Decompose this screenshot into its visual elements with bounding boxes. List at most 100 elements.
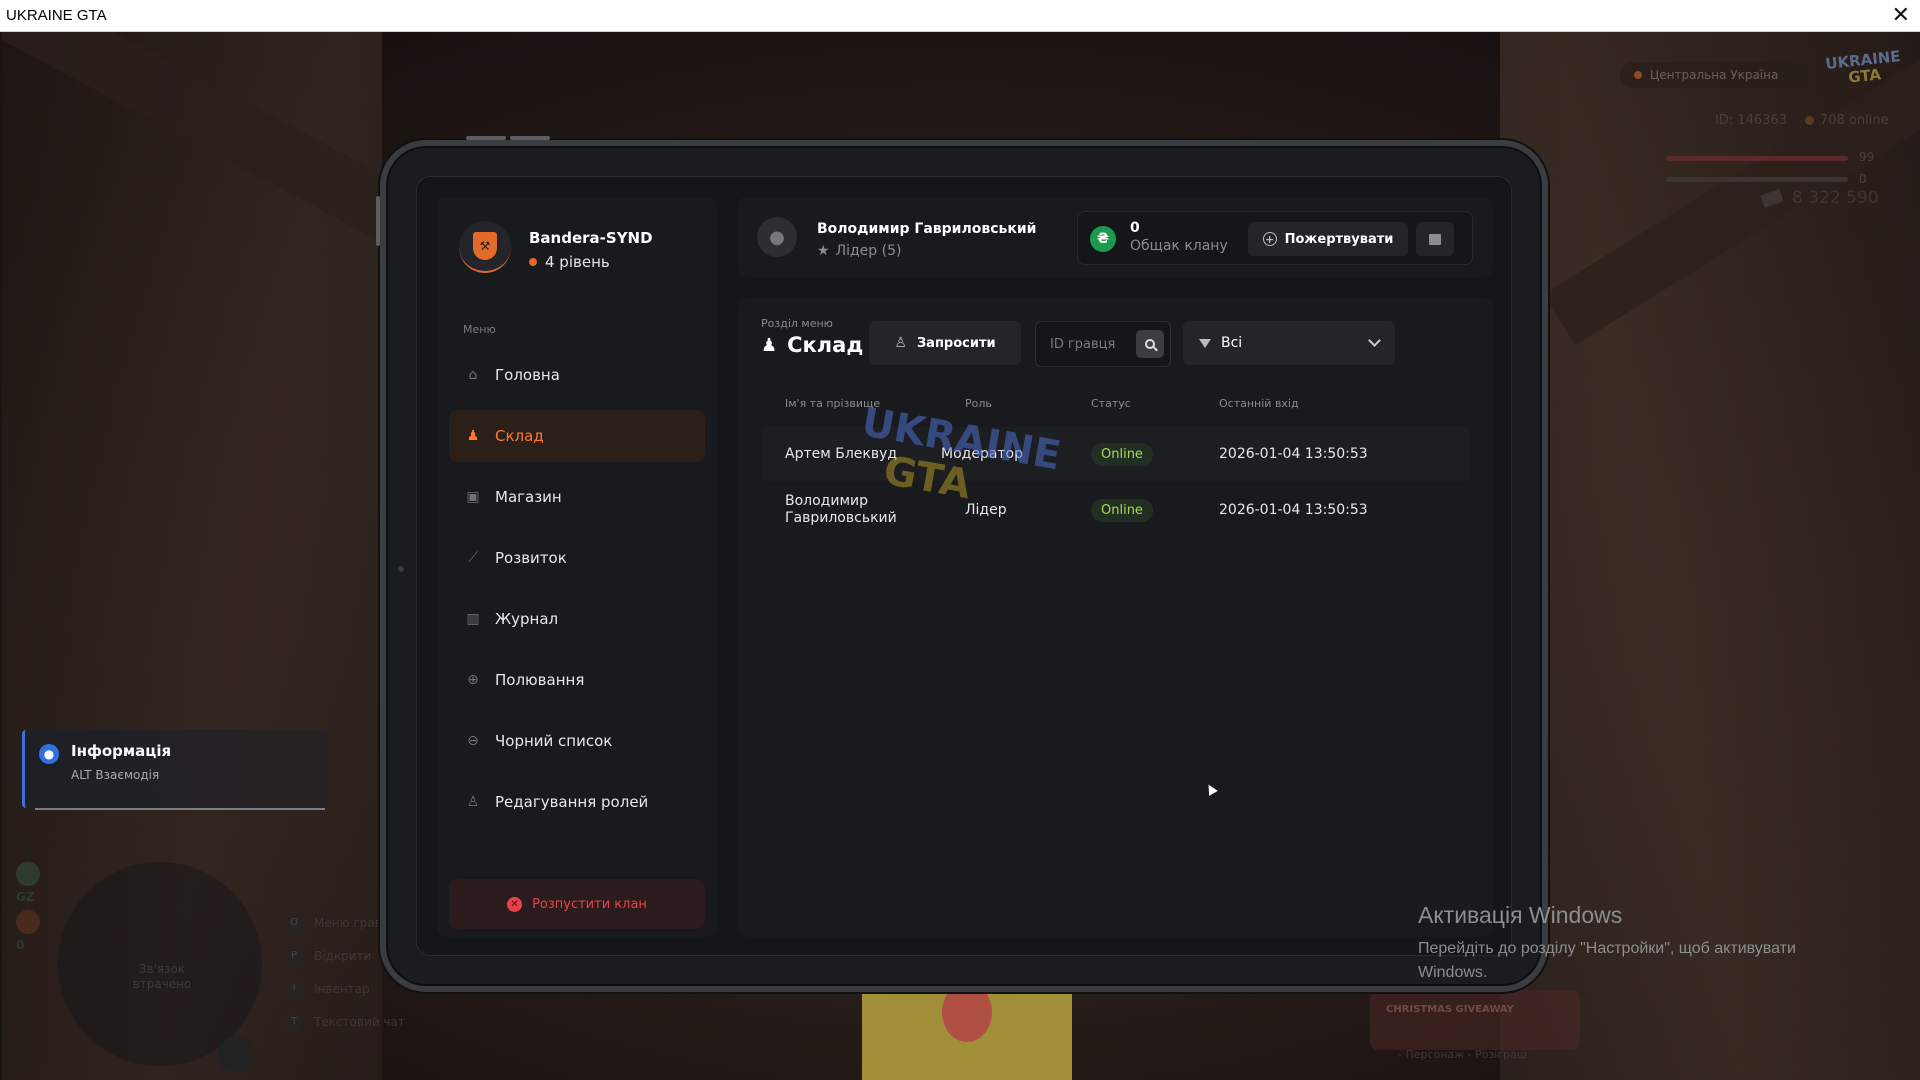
notification-progress: [35, 808, 325, 810]
menu-item-label: Чорний список: [495, 732, 613, 750]
hryvnia-icon: ₴: [1090, 226, 1116, 252]
window-close-button[interactable]: ✕: [1892, 3, 1910, 27]
window-title: UKRAINE GTA: [6, 7, 107, 24]
player-id-input[interactable]: [1036, 322, 1136, 366]
status-badge: Online: [1091, 498, 1153, 522]
menu-item-home[interactable]: ⌂ Головна: [449, 349, 705, 401]
hud-health-value: 99: [1859, 150, 1875, 164]
hud-armor-bar: [1666, 177, 1848, 182]
bank-value: 0: [1130, 220, 1140, 236]
member-last-login: 2026-01-04 13:50:53: [1219, 502, 1368, 518]
bank-box-button[interactable]: [1416, 222, 1454, 256]
key-cap: O: [286, 914, 302, 931]
user-edit-icon: ♙: [466, 794, 480, 810]
members-icon: ♟: [466, 428, 480, 444]
menu-item-label: Полювання: [495, 671, 585, 689]
hud-money-value: 8 322 590: [1792, 188, 1879, 208]
voice-status: Зв'язок втрачено: [132, 962, 192, 991]
clan-level: 4 рівень: [529, 253, 610, 271]
column-header-name: Ім'я та прізвище: [785, 396, 881, 410]
page-title-text: Склад: [787, 333, 864, 357]
notification-text: ALT Взаємодія: [71, 768, 160, 782]
hud-server-badge: Центральна Україна: [1620, 62, 1806, 88]
menu-item-journal[interactable]: ▥ Журнал: [449, 593, 705, 645]
scene-character: [862, 982, 1072, 1080]
members-icon: ♟: [761, 334, 778, 356]
box-icon: [1429, 233, 1441, 245]
bank-label: Общак клану: [1130, 238, 1228, 254]
user-role: ★ Лідер (5): [817, 243, 901, 259]
chart-icon: ⟋: [468, 550, 478, 566]
user-name: Володимир Гавриловський: [817, 221, 1037, 237]
filter-select[interactable]: Всі: [1183, 321, 1395, 365]
menu-item-development[interactable]: ⟋ Розвиток: [449, 532, 705, 584]
members-section: Розділ меню ♟ Склад ♙ Запросити Всі: [737, 297, 1493, 937]
member-status: Online: [1091, 442, 1219, 466]
table-row[interactable]: Володимир Гавриловський Лідер Online 202…: [761, 483, 1469, 537]
filter-value: Всі: [1221, 335, 1243, 351]
donate-button[interactable]: + Пожертвувати: [1248, 222, 1408, 256]
donate-label: Пожертвувати: [1284, 231, 1394, 247]
disband-label: Розпустити клан: [532, 896, 647, 912]
user-role-text: Лідер (5): [835, 243, 902, 259]
christmas-giveaway-banner: [1370, 990, 1580, 1050]
table-row[interactable]: Артем Блеквуд Модератор Online 2026-01-0…: [761, 427, 1469, 481]
menu-item-label: Склад: [495, 427, 544, 445]
window-titlebar: UKRAINE GTA ✕: [0, 0, 1920, 32]
info-bulb-icon: ●: [39, 744, 59, 764]
hud-server-name: Центральна Україна: [1650, 68, 1779, 82]
hud-player-id: ID: 146363: [1715, 113, 1787, 128]
column-header-role: Роль: [965, 396, 992, 410]
book-icon: ▥: [466, 611, 480, 627]
notification-title: Інформація: [71, 742, 172, 760]
member-name: Артем Блеквуд: [785, 445, 898, 462]
block-icon: ⊖: [467, 733, 479, 749]
clan-bank: ₴ 0 Общак клану + Пожертвувати: [1077, 211, 1473, 265]
windows-activation-title: Активація Windows: [1418, 902, 1623, 928]
gz-icon: [16, 862, 40, 886]
hud-health-bar: [1666, 156, 1848, 161]
tablet-frame: ⚒ Bandera-SYND 4 рівень Меню ⌂ Головна ♟…: [376, 136, 1548, 992]
clan-level-text: 4 рівень: [545, 253, 610, 271]
tablet-hw-button: [376, 196, 380, 246]
search-button[interactable]: [1136, 330, 1164, 358]
server-dot-icon: [1634, 71, 1642, 79]
menu-item-members[interactable]: ♟ Склад: [449, 410, 705, 462]
avatar: ●: [757, 217, 797, 257]
menu-item-label: Головна: [495, 366, 560, 384]
member-role: Лідер: [965, 502, 1007, 518]
member-last-login: 2026-01-04 13:50:53: [1219, 446, 1368, 462]
key-hint-label: Відкрити: [314, 948, 372, 963]
menu-item-blacklist[interactable]: ⊖ Чорний список: [449, 715, 705, 767]
menu-item-edit-roles[interactable]: ♙ Редагування ролей: [449, 776, 705, 828]
crosshair-icon: ⊕: [467, 672, 479, 688]
filter-icon: [1199, 338, 1211, 348]
hud-gz: GZ 0: [16, 862, 40, 952]
menu-item-hunting[interactable]: ⊕ Полювання: [449, 654, 705, 706]
menu-item-shop[interactable]: ▣ Магазин: [449, 471, 705, 523]
tablet-screen: ⚒ Bandera-SYND 4 рівень Меню ⌂ Головна ♟…: [416, 176, 1512, 956]
hud-online: 708 online: [1805, 113, 1889, 128]
column-header-status: Статус: [1091, 396, 1131, 410]
invite-button[interactable]: ♙ Запросити: [869, 321, 1021, 365]
tablet-hw-button: [466, 136, 506, 140]
gz-value: 0: [16, 938, 25, 952]
clan-shield-icon: ⚒: [473, 232, 497, 260]
level-dot-icon: [529, 258, 537, 266]
add-user-icon: ♙: [894, 335, 907, 351]
plus-circle-icon: +: [1262, 232, 1277, 246]
key-cap: I: [286, 980, 302, 997]
member-name: Володимир Гавриловський: [785, 493, 897, 526]
christmas-giveaway-sub: - Персонаж - Розіграш: [1398, 1048, 1527, 1061]
shop-icon: ▣: [466, 489, 480, 505]
tablet-hw-button: [510, 136, 550, 140]
key-hint: I Інвентар: [286, 972, 405, 1005]
close-circle-icon: ✕: [507, 896, 523, 912]
disband-clan-button[interactable]: ✕ Розпустити клан: [449, 879, 705, 929]
menu-caption: Меню: [463, 323, 496, 336]
menu-item-label: Магазин: [495, 488, 562, 506]
key-cap: T: [286, 1013, 302, 1030]
online-dot-icon: [1805, 116, 1814, 125]
tablet-camera: [398, 566, 404, 572]
hud-online-count: 708 online: [1820, 113, 1889, 128]
